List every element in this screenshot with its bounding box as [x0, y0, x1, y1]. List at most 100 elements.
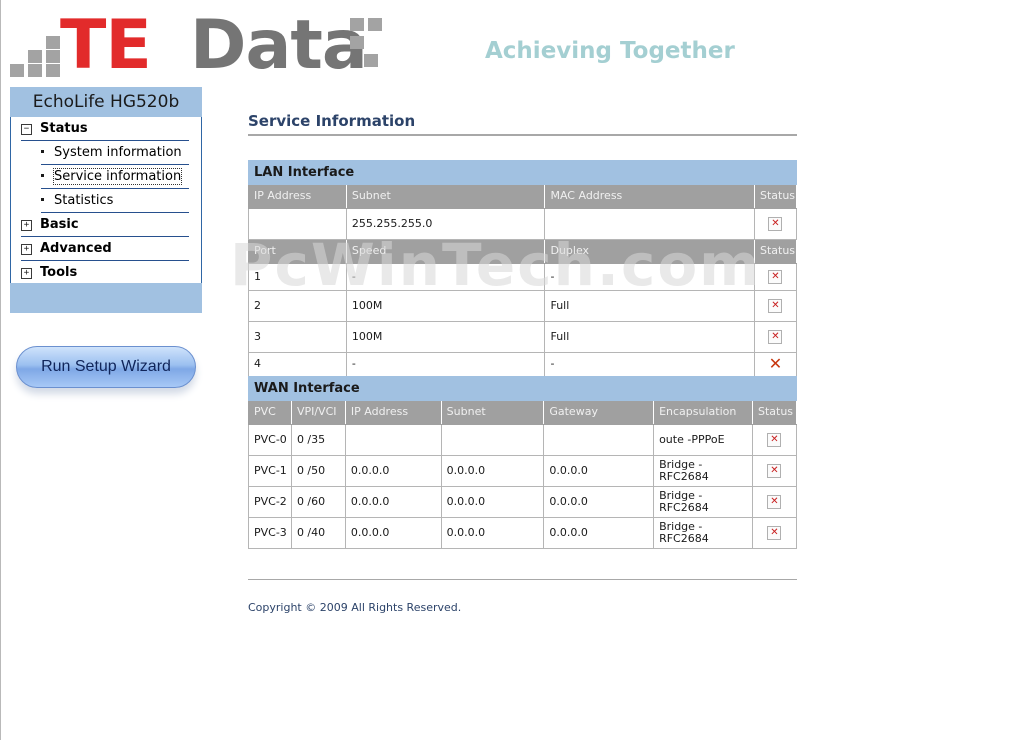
col-header: Duplex: [544, 239, 755, 264]
slogan: Achieving Together: [485, 38, 735, 64]
wan-subnet-cell: 0.0.0.0: [440, 455, 545, 487]
sidebar-menu: − Status System information Service infor…: [10, 117, 202, 283]
collapse-icon[interactable]: −: [21, 124, 32, 135]
menu-service-information[interactable]: Service information: [41, 165, 189, 189]
menu-item-label-selected: Service information: [52, 168, 183, 185]
expand-icon[interactable]: +: [21, 244, 32, 255]
menu-basic-label: Basic: [40, 217, 79, 232]
status-cell: ✕: [753, 208, 798, 240]
table-row: PVC-0 0 /35 oute -PPPoE ✕: [248, 424, 798, 456]
status-cell: ✕: [753, 352, 798, 377]
page-title: Service Information: [248, 112, 416, 130]
menu-item-label: Statistics: [54, 193, 114, 208]
table-row: 2 100M Full ✕: [248, 290, 798, 322]
col-header: Port: [248, 239, 347, 264]
logo-te-text: TE: [60, 6, 152, 85]
pvc-cell: PVC-3: [248, 517, 292, 549]
run-setup-wizard-button[interactable]: Run Setup Wizard: [16, 346, 196, 388]
sidebar-footer: [10, 283, 202, 313]
menu-system-information[interactable]: System information: [41, 141, 189, 165]
menu-statistics[interactable]: Statistics: [41, 189, 189, 213]
status-down-icon: ✕: [767, 495, 782, 509]
bullet-icon: [41, 150, 44, 153]
expand-icon[interactable]: +: [21, 220, 32, 231]
col-header: Subnet: [440, 400, 545, 425]
title-divider: [248, 134, 797, 136]
wan-subnet-cell: 0.0.0.0: [440, 517, 545, 549]
pvc-cell: PVC-1: [248, 455, 292, 487]
col-header: Status: [753, 239, 798, 264]
window-left-border: [0, 0, 1, 740]
menu-basic[interactable]: + Basic: [21, 213, 189, 237]
wan-ip-cell: [344, 424, 442, 456]
encapsulation-cell: Bridge - RFC2684: [653, 517, 753, 549]
port-cell: 4: [248, 352, 347, 377]
table-row: 3 100M Full ✕: [248, 321, 798, 353]
table-row: 1 - - ✕: [248, 263, 798, 291]
lan-subnet-cell: 255.255.255.0: [345, 208, 546, 240]
menu-status[interactable]: − Status: [21, 117, 189, 141]
wan-subnet-cell: 0.0.0.0: [440, 486, 545, 518]
encapsulation-cell: Bridge - RFC2684: [653, 486, 753, 518]
status-cell: ✕: [751, 424, 798, 456]
wan-ip-cell: 0.0.0.0: [344, 517, 442, 549]
menu-advanced-label: Advanced: [40, 241, 112, 256]
te-data-logo: TE Data: [10, 12, 390, 80]
wan-gateway-cell: 0.0.0.0: [543, 517, 655, 549]
speed-cell: -: [345, 263, 546, 291]
footer-divider: [248, 579, 797, 580]
copyright-text: Copyright © 2009 All Rights Reserved.: [248, 601, 462, 614]
table-row: PVC-1 0 /50 0.0.0.0 0.0.0.0 0.0.0.0 Brid…: [248, 455, 798, 487]
status-down-icon: ✕: [767, 526, 782, 540]
duplex-cell: Full: [544, 321, 755, 353]
table-row: 4 - - ✕: [248, 352, 798, 377]
status-cell: ✕: [753, 290, 798, 322]
col-header: VPI/VCI: [290, 400, 346, 425]
col-header: IP Address: [344, 400, 442, 425]
vpivci-cell: 0 /60: [290, 486, 346, 518]
expand-icon[interactable]: +: [21, 268, 32, 279]
duplex-cell: -: [544, 352, 755, 377]
lan-interface-table: LAN Interface IP Address Subnet MAC Addr…: [248, 160, 798, 377]
status-cell: ✕: [751, 455, 798, 487]
lan-mac-cell: [544, 208, 755, 240]
logo-data-text: Data: [190, 6, 368, 85]
col-header: IP Address: [248, 184, 347, 209]
speed-cell: 100M: [345, 321, 546, 353]
vpivci-cell: 0 /40: [290, 517, 346, 549]
status-down-icon: ✕: [767, 464, 782, 478]
vpivci-cell: 0 /50: [290, 455, 346, 487]
duplex-cell: -: [544, 263, 755, 291]
status-cell: ✕: [753, 263, 798, 291]
col-header: PVC: [248, 400, 292, 425]
col-header: Subnet: [345, 184, 546, 209]
status-down-icon: ✕: [768, 299, 783, 313]
wan-ip-cell: 0.0.0.0: [344, 455, 442, 487]
col-header: Encapsulation: [653, 400, 753, 425]
speed-cell: -: [345, 352, 546, 377]
wan-interface-table: WAN Interface PVC VPI/VCI IP Address Sub…: [248, 376, 798, 549]
port-cell: 1: [248, 263, 347, 291]
lan-section-title: LAN Interface: [248, 160, 797, 185]
col-header: Status: [753, 184, 798, 209]
menu-status-label: Status: [40, 121, 88, 136]
col-header: Gateway: [543, 400, 655, 425]
encapsulation-cell: oute -PPPoE: [653, 424, 753, 456]
menu-advanced[interactable]: + Advanced: [21, 237, 189, 261]
status-down-icon: ✕: [768, 354, 783, 374]
menu-tools-label: Tools: [40, 265, 78, 280]
duplex-cell: Full: [544, 290, 755, 322]
menu-tools[interactable]: + Tools: [21, 261, 189, 284]
table-row: PVC-3 0 /40 0.0.0.0 0.0.0.0 0.0.0.0 Brid…: [248, 517, 798, 549]
speed-cell: 100M: [345, 290, 546, 322]
wan-ip-cell: 0.0.0.0: [344, 486, 442, 518]
wan-section-title: WAN Interface: [248, 376, 797, 401]
table-row: 255.255.255.0 ✕: [248, 208, 798, 240]
vpivci-cell: 0 /35: [290, 424, 346, 456]
bullet-icon: [41, 174, 44, 177]
wan-gateway-cell: 0.0.0.0: [543, 486, 655, 518]
status-cell: ✕: [751, 517, 798, 549]
encapsulation-cell: Bridge - RFC2684: [653, 455, 753, 487]
table-row: PVC-2 0 /60 0.0.0.0 0.0.0.0 0.0.0.0 Brid…: [248, 486, 798, 518]
status-down-icon: ✕: [768, 270, 783, 284]
